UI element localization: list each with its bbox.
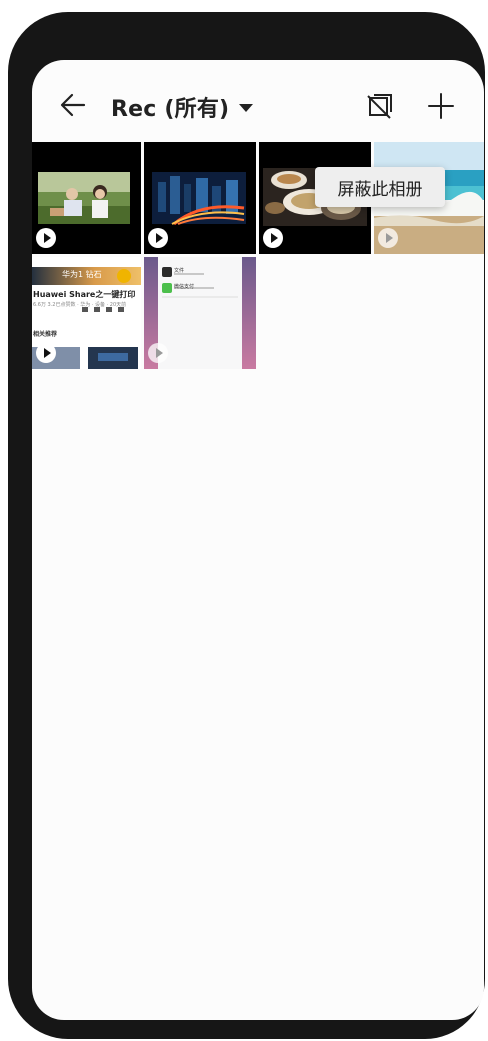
grid-thumbnail[interactable]: 文件 微信支付 bbox=[144, 257, 256, 369]
hide-album-menu: 屏蔽此相册 bbox=[315, 167, 445, 207]
thumb5-section: 相关推荐 bbox=[33, 331, 58, 338]
thumb5-title: Huawei Share之一键打印 bbox=[33, 290, 136, 299]
caret-down-icon bbox=[239, 104, 254, 112]
grid-thumbnail[interactable]: 华为1 钻石 Huawei Share之一键打印 6.6万 3.2已点赞数 · … bbox=[32, 257, 141, 369]
arrow-left-icon[interactable] bbox=[58, 90, 88, 120]
grid-thumbnail[interactable] bbox=[32, 142, 141, 254]
play-icon bbox=[148, 343, 168, 363]
album-title: Rec (所有) bbox=[111, 97, 230, 122]
thumb6-item: 微信支付 bbox=[174, 284, 195, 290]
plus-icon[interactable] bbox=[427, 92, 455, 120]
thumb5-meta: 6.6万 3.2已点赞数 · 华为 · 设备 · 20天前 bbox=[33, 302, 127, 308]
phone-frame: Rec (所有) 屏蔽此相册 华为1 钻石 Huawei Share之一键打印 … bbox=[8, 12, 485, 1039]
hide-album-menu-item[interactable]: 屏蔽此相册 bbox=[338, 175, 423, 200]
album-title-dropdown[interactable]: Rec (所有) bbox=[111, 91, 254, 123]
grid-thumbnail[interactable] bbox=[144, 142, 256, 254]
album-hidden-icon[interactable] bbox=[367, 93, 393, 119]
play-icon bbox=[378, 228, 398, 248]
play-icon bbox=[263, 228, 283, 248]
app-bar: Rec (所有) bbox=[32, 60, 484, 140]
play-icon bbox=[36, 343, 56, 363]
play-icon bbox=[36, 228, 56, 248]
screen: Rec (所有) 屏蔽此相册 华为1 钻石 Huawei Share之一键打印 … bbox=[32, 60, 484, 1020]
play-icon bbox=[148, 228, 168, 248]
thumb6-item: 文件 bbox=[174, 268, 185, 274]
